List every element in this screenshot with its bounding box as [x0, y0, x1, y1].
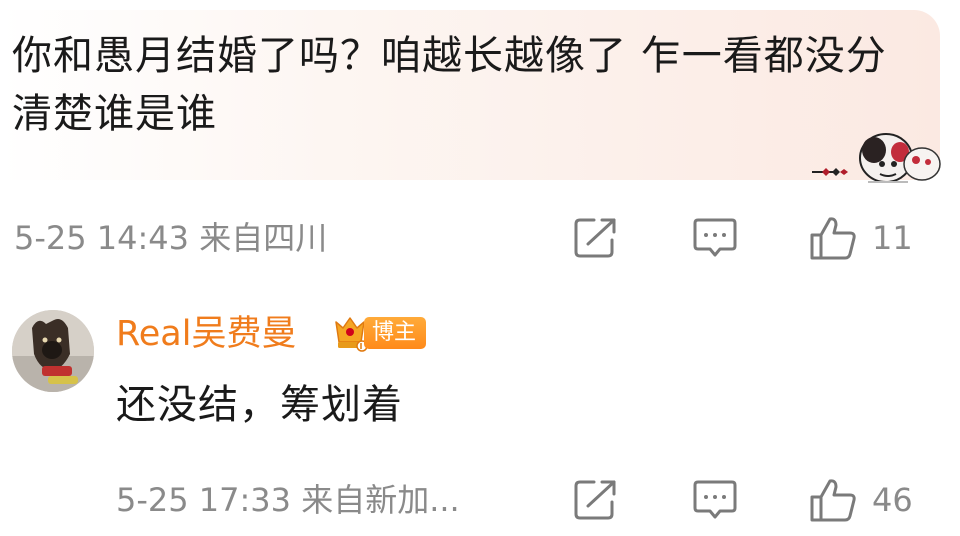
reply-like-count: 46: [872, 481, 913, 519]
reply-time-location: 5-25 17:33 来自新加...: [116, 480, 460, 520]
author-badge: 博主: [364, 317, 427, 349]
comment-location: 来自四川: [199, 219, 328, 257]
reply-username[interactable]: Real吴费曼: [116, 312, 296, 356]
sticker-image: [812, 133, 941, 183]
reply-meta: 5-25 17:33 来自新加... 46: [0, 472, 960, 524]
comment-time: 5-25 14:43: [14, 219, 190, 257]
comment-button[interactable]: [692, 214, 738, 262]
comment-meta: 5-25 14:43 来自四川 11: [0, 210, 960, 262]
reply-text: 还没结，筹划着: [116, 382, 403, 428]
comment-bubble: 你和愚月结婚了吗？咱越长越像了 乍一看都没分清楚谁是谁: [0, 10, 940, 180]
comment-thread: 你和愚月结婚了吗？咱越长越像了 乍一看都没分清楚谁是谁 5-25 14:43 来…: [0, 0, 960, 536]
share-button[interactable]: [572, 214, 620, 262]
reply-share-button[interactable]: [572, 476, 620, 524]
like-button[interactable]: 11: [808, 214, 913, 262]
like-icon: [810, 479, 856, 522]
comment-icon: [693, 218, 737, 257]
avatar-image: [12, 310, 94, 392]
reply-location: 来自新加...: [301, 481, 460, 519]
reply-time: 5-25 17:33: [116, 481, 292, 519]
reply-comment-button[interactable]: [692, 476, 738, 524]
like-count: 11: [872, 219, 913, 257]
comment-icon: [693, 480, 737, 519]
like-icon: [810, 217, 856, 260]
reply-like-button[interactable]: 46: [808, 476, 913, 524]
comment-text: 你和愚月结婚了吗？咱越长越像了 乍一看都没分清楚谁是谁: [12, 33, 887, 137]
share-icon: [574, 480, 616, 520]
comment-time-location: 5-25 14:43 来自四川: [14, 218, 327, 258]
crown-icon: [335, 317, 368, 352]
avatar[interactable]: [12, 310, 94, 392]
share-icon: [574, 218, 616, 258]
